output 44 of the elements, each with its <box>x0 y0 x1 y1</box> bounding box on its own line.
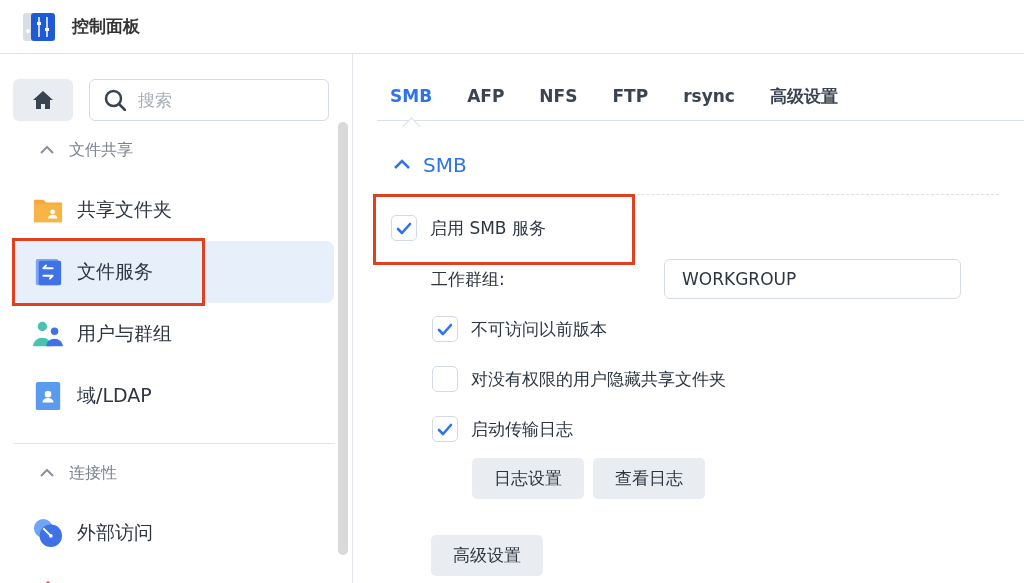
tab[interactable]: AFP <box>467 78 505 114</box>
field-label: 工作群组: <box>431 267 506 291</box>
section-heading: 连接性 <box>69 462 117 484</box>
workgroup-field[interactable]: WORKGROUP <box>664 259 961 299</box>
chevron-up-icon[interactable] <box>393 159 411 170</box>
tab[interactable]: NFS <box>539 78 578 114</box>
search-field[interactable]: 搜索 <box>89 79 329 121</box>
checkbox[interactable] <box>432 416 458 442</box>
checkbox-label: 启用 SMB 服务 <box>430 216 546 240</box>
sidebar-item[interactable]: 文件服务 <box>13 241 334 303</box>
checkbox-label: 不可访问以前版本 <box>471 317 607 341</box>
section-heading: 文件共享 <box>69 139 133 161</box>
tab[interactable]: SMB <box>390 78 433 114</box>
scrollbar[interactable] <box>338 122 348 555</box>
globe-pin-icon <box>33 518 63 548</box>
advanced-settings-button[interactable]: 高级设置 <box>431 535 543 576</box>
search-icon <box>104 89 126 111</box>
sidebar-item[interactable]: 共享文件夹 <box>13 179 334 241</box>
chevron-up-icon[interactable] <box>39 468 55 478</box>
checkbox-label: 对没有权限的用户隐藏共享文件夹 <box>471 367 726 391</box>
tab[interactable]: rsync <box>683 78 735 114</box>
home-button[interactable] <box>13 79 73 121</box>
home-icon <box>32 90 54 110</box>
sidebar-item[interactable]: 外部访问 <box>13 502 334 564</box>
sidebar-item[interactable]: 用户与群组 <box>13 303 334 365</box>
checkmark-icon <box>396 221 412 235</box>
tab[interactable]: 高级设置 <box>769 78 838 114</box>
checkmark-icon <box>437 322 453 336</box>
users-icon <box>33 319 63 349</box>
checkbox-label: 启动传输日志 <box>471 417 573 441</box>
checkbox[interactable] <box>432 366 458 392</box>
file-transfer-icon <box>33 257 63 287</box>
log-button[interactable]: 日志设置 <box>472 458 584 499</box>
contact-card-icon <box>33 381 63 411</box>
control-panel-logo <box>22 11 56 42</box>
window-title: 控制面板 <box>72 15 140 38</box>
checkbox[interactable] <box>391 215 417 241</box>
checkmark-icon <box>437 422 453 436</box>
tab[interactable]: FTP <box>612 78 649 114</box>
log-button[interactable]: 查看日志 <box>593 458 705 499</box>
chevron-up-icon[interactable] <box>39 145 55 155</box>
sidebar-item[interactable]: 域/LDAP <box>13 365 334 427</box>
checkbox[interactable] <box>432 316 458 342</box>
section-title: SMB <box>423 152 467 177</box>
